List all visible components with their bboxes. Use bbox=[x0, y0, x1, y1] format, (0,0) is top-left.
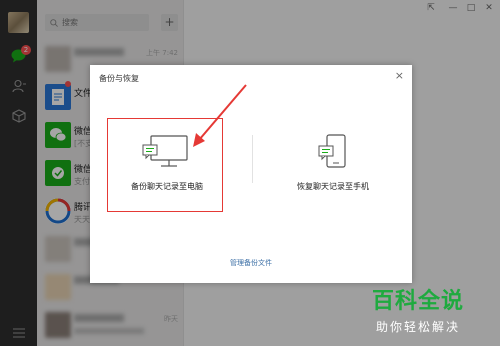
watermark-title: 百科全说 bbox=[372, 289, 465, 314]
watermark-subtitle: 助你轻松解决 bbox=[376, 320, 461, 334]
watermark: 百科全说 助你轻松解决 bbox=[368, 283, 496, 337]
